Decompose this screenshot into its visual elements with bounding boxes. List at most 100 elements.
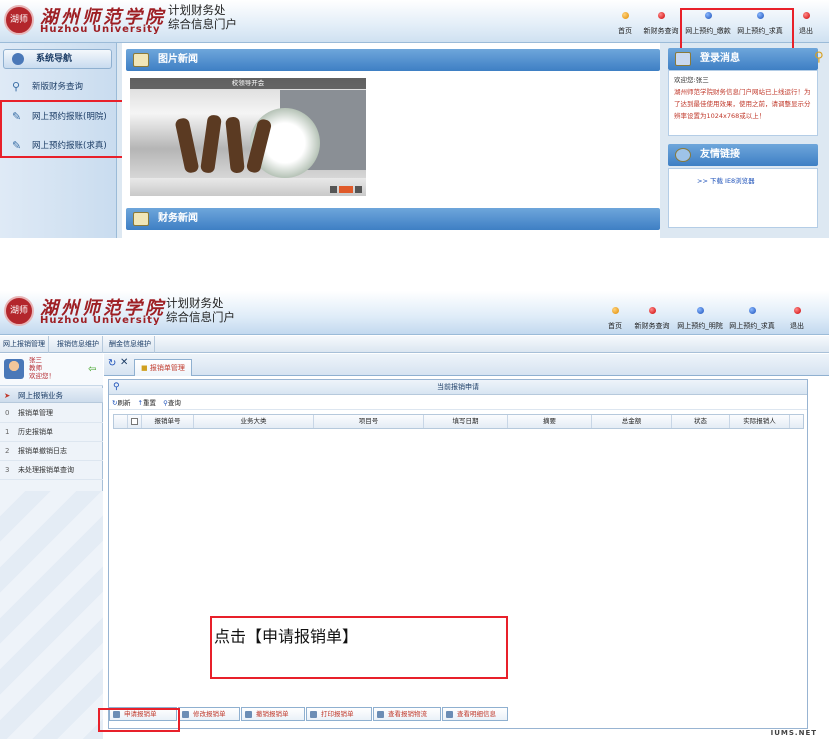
nav-home[interactable]: 首页 [604,307,626,331]
menu-reimbursement-mgmt[interactable]: 网上报销管理 [0,336,49,353]
reimbursement-screenshot: 湖师 湖州师范学院 Huzhou University 计划财务处 综合信息门户… [0,291,829,739]
booking-icon [696,307,704,314]
logout-icon [802,12,810,19]
search-icon[interactable]: ⚲ [113,380,120,395]
th-actual-person[interactable]: 实际报销人 [730,415,790,428]
nav-finance-query[interactable]: 新财务查询 [642,12,680,36]
globe-icon [675,148,691,162]
close-icon[interactable]: ✕ [120,357,128,368]
photo-page-2[interactable] [339,186,353,193]
th-project-no[interactable]: 项目号 [314,415,424,428]
nav-finance-query[interactable]: 新财务查询 [633,307,671,331]
university-seal-logo: 湖师 [4,296,34,326]
th-status[interactable]: 状态 [672,415,730,428]
edit-icon [182,711,189,718]
nav-booking-mingyuan[interactable]: 网上预约_明院 [676,307,724,331]
details-icon [446,711,453,718]
edit-reimbursement-button[interactable]: 修改报销单 [178,707,240,721]
sidebar-item-finance-query[interactable]: ⚲ 新版财务查询 [8,74,116,100]
th-checkbox[interactable] [128,415,142,428]
news-photo[interactable]: 校领导开会 [130,78,366,196]
refresh-button[interactable]: ↻刷新 [112,396,130,410]
portal-title-line2: 综合信息门户 [168,17,237,31]
query-icon [657,12,665,19]
links-body: >> 下载 IE8浏览器 [668,168,818,228]
grid-title: ⚲ 当前报销申请 [109,380,807,395]
portal-title: 计划财务处 综合信息门户 [166,296,235,324]
user-name: 张三 [29,356,42,364]
nav-logout[interactable]: 退出 [795,12,817,36]
photo-caption: 校领导开会 [130,78,366,89]
sidebar-background [0,491,103,739]
th-bill-no[interactable]: 报销单号 [142,415,194,428]
portal-home-screenshot: 湖师 湖州师范学院 Huzhou University 计划财务处 综合信息门户… [0,0,829,238]
th-total-amount[interactable]: 总金额 [592,415,672,428]
collapse-arrow-icon[interactable]: ⇦ [88,364,96,375]
menu-bar: 网上报销管理 报销信息维护 酬金信息维护 [0,336,829,353]
refresh-icon[interactable]: ↻ [108,358,116,369]
th-category[interactable]: 业务大类 [194,415,314,428]
login-msg-header: 登录消息 [668,48,818,70]
view-details-button[interactable]: 查看明细信息 [442,707,508,721]
nav-booking-qiuzhen[interactable]: 网上预约_求真 [728,307,776,331]
photo-page-3[interactable] [355,186,362,193]
picture-icon [133,53,149,67]
home-icon [621,12,629,19]
home-icon [611,307,619,314]
folder-icon [377,711,384,718]
portal-title-line1: 计划财务处 [168,3,226,17]
logout-icon [793,307,801,314]
avatar [4,359,24,379]
sidebar-item-history[interactable]: 1 历史报销单 [0,423,103,442]
tab-bar: ↻ ✕ ■ 报销单管理 [104,354,829,376]
booking-icon [748,307,756,314]
book-icon [133,212,149,226]
menu-payment-info[interactable]: 酬金信息维护 [106,336,155,353]
nav-home[interactable]: 首页 [614,12,636,36]
users-icon [675,52,691,66]
portal-title: 计划财务处 综合信息门户 [168,3,237,31]
sidebar-item-cancel-log[interactable]: 2 报销单撤销日志 [0,442,103,461]
sidebar-item-unprocessed-query[interactable]: 3 未处理报销单查询 [0,461,103,480]
action-bar: 申请报销单 修改报销单 撤销报销单 打印报销单 查看报销物流 查看明细信息 [108,707,808,723]
menu-reimbursement-info[interactable]: 报销信息维护 [54,336,103,353]
portal-title-line1: 计划财务处 [166,296,224,310]
th-summary[interactable]: 摘要 [508,415,592,428]
print-reimbursement-button[interactable]: 打印报销单 [306,707,372,721]
user-welcome: 欢迎您！ [29,372,55,380]
view-logistics-button[interactable]: 查看报销物流 [373,707,441,721]
highlight-box-sidebar [0,100,124,158]
cancel-reimbursement-button[interactable]: 撤销报销单 [241,707,305,721]
grid-toolbar: ↻刷新 ↑重置 ⚲查询 [109,396,807,410]
query-icon [648,307,656,314]
photo-runners-statue [170,113,273,183]
login-msg-body: 欢迎您:张三 湖州师范学院财务信息门户网站已上线运行！为了达到最佳使用效果，使用… [668,70,818,136]
search-icon: ⚲ [12,80,21,93]
highlight-box-apply-button [98,708,180,732]
sidebar-title: 系统导航 [3,49,112,69]
logo-english: Huzhou University [40,24,161,35]
links-header: 友情链接 [668,144,818,166]
reset-button[interactable]: ↑重置 [138,396,156,410]
watermark: IUMS.NET [770,729,817,737]
query-button[interactable]: ⚲查询 [163,396,181,410]
portal-title-line2: 综合信息门户 [166,310,235,324]
notice-text: 湖州师范学院财务信息门户网站已上线运行！为了达到最佳使用效果，使用之前，请调整显… [674,88,811,120]
welcome-text: 欢迎您:张三 [674,76,709,84]
sidebar-section-title[interactable]: ➤ 网上报销业务 [0,388,103,403]
logo-english: Huzhou University [40,315,161,326]
finance-news-header: 财务新闻 [126,208,660,230]
sidebar-item-reimbursement-mgmt[interactable]: 0 报销单管理 [0,404,103,423]
university-seal-logo: 湖师 [4,5,34,35]
tab-reimbursement-mgmt[interactable]: ■ 报销单管理 [134,359,192,376]
highlight-box-nav [680,8,794,50]
key-icon: ⚲ [814,50,824,65]
th-date[interactable]: 填写日期 [424,415,508,428]
photo-page-1[interactable] [330,186,337,193]
nav-gear-icon [12,53,24,65]
link-ie8-download[interactable]: >> 下载 IE8浏览器 [697,175,755,185]
trash-icon [245,711,252,718]
nav-logout[interactable]: 退出 [786,307,808,331]
folder-icon: ■ [141,364,148,372]
instruction-text: 点击【申请报销单】 [214,627,359,646]
